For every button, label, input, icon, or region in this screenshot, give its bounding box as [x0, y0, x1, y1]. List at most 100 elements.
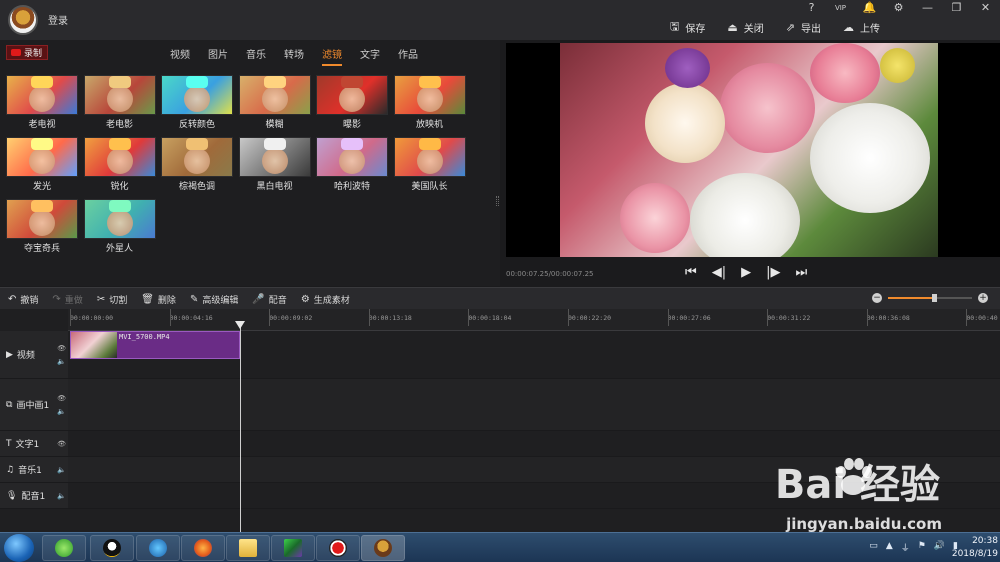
save-button[interactable]: 🖫 保存: [670, 18, 705, 37]
media-app-icon: [284, 539, 302, 557]
tab-text[interactable]: 文字: [360, 46, 380, 66]
filter-effect-item[interactable]: 模糊: [238, 75, 311, 130]
taskbar-clock[interactable]: 20:38 2018/8/19: [952, 535, 998, 561]
track-header[interactable]: 🎙 配音1 🔈: [0, 483, 68, 509]
child-figure-shape: [29, 210, 55, 236]
start-button[interactable]: [4, 534, 34, 562]
dubbing-button[interactable]: 🎤 配音: [252, 293, 286, 306]
watermark-url: jingyan.baidu.com: [786, 515, 942, 533]
track-header[interactable]: ⧉ 画中画1 👁 🔈: [0, 379, 68, 431]
prev-frame-icon[interactable]: ◀|: [712, 265, 726, 280]
ruler-tick-label: 00:00:09:02: [269, 309, 313, 326]
filter-effect-item[interactable]: 老电影: [83, 75, 156, 130]
time-ruler[interactable]: 00:00:00:00 00:00:04:16 00:00:09:02 00:00:1…: [68, 309, 1000, 331]
video-preview[interactable]: [506, 43, 1000, 257]
visibility-eye-icon[interactable]: 👁: [57, 394, 66, 402]
skip-end-icon[interactable]: ⏭: [795, 265, 807, 280]
taskbar-app-browser[interactable]: [42, 535, 86, 561]
filter-effect-item[interactable]: 发光: [6, 137, 78, 192]
filter-effect-item[interactable]: 放映机: [393, 75, 466, 130]
close-icon: ⏏: [727, 21, 738, 34]
zoom-slider-knob[interactable]: [932, 294, 938, 302]
redo-button[interactable]: ↷ 重做: [52, 293, 82, 306]
vip-icon[interactable]: VIP: [826, 0, 855, 16]
upload-button[interactable]: ☁ 上传: [843, 18, 880, 37]
taskbar-app-film[interactable]: [136, 535, 180, 561]
filter-effect-item[interactable]: 棕褐色调: [161, 137, 233, 192]
close-project-button[interactable]: ⏏ 关闭: [727, 18, 763, 37]
zoom-slider[interactable]: [888, 294, 972, 302]
filter-effect-item[interactable]: 外星人: [83, 199, 156, 254]
maximize-button[interactable]: ❐: [942, 0, 971, 16]
mute-speaker-icon[interactable]: 🔈: [57, 407, 66, 415]
record-button[interactable]: 录制: [6, 45, 48, 60]
taskbar-app-explorer[interactable]: [226, 535, 270, 561]
export-button[interactable]: ⇗ 导出: [786, 18, 821, 37]
show-hidden-icon[interactable]: ▲: [886, 541, 893, 554]
usb-icon[interactable]: ⏚: [901, 541, 910, 554]
delete-button[interactable]: 🗑 删除: [141, 293, 176, 306]
app-logo-icon[interactable]: [8, 5, 38, 35]
child-figure-shape: [106, 210, 133, 236]
video-clip[interactable]: MVI_5700.MP4: [70, 331, 240, 359]
undo-button[interactable]: ↶ 撤销: [8, 293, 38, 306]
ruler-tick-label: 00:00:36:08: [866, 309, 910, 326]
next-frame-icon[interactable]: |▶: [766, 265, 780, 280]
zoom-out-button[interactable]: −: [872, 293, 882, 303]
bell-icon[interactable]: 🔔: [855, 0, 884, 16]
visibility-eye-icon[interactable]: 👁: [57, 440, 66, 448]
filter-effect-item[interactable]: 哈利波特: [316, 137, 388, 192]
track-header[interactable]: T 文字1 👁: [0, 431, 68, 457]
mute-speaker-icon[interactable]: 🔈: [57, 466, 66, 474]
filter-effect-item[interactable]: 老电视: [6, 75, 78, 130]
filter-effect-item[interactable]: 锐化: [83, 137, 156, 192]
playhead[interactable]: [240, 321, 241, 532]
help-icon[interactable]: ?: [797, 0, 826, 16]
tab-images[interactable]: 图片: [208, 46, 228, 66]
taskbar-app-editor[interactable]: [361, 535, 405, 561]
volume-icon[interactable]: 🔊: [934, 541, 945, 554]
export-icon: ⇗: [785, 21, 795, 34]
filter-effect-item[interactable]: 夺宝奇兵: [6, 199, 78, 254]
child-figure-shape: [29, 148, 55, 174]
hat-shape: [31, 76, 53, 88]
filter-effect-item[interactable]: 反转颜色: [161, 75, 233, 130]
filter-effect-item[interactable]: 美国队长: [393, 137, 466, 192]
mute-speaker-icon[interactable]: 🔈: [57, 492, 66, 500]
flag-icon[interactable]: ⚑: [918, 541, 926, 554]
track-lane[interactable]: [68, 379, 1000, 431]
visibility-eye-icon[interactable]: 👁: [57, 344, 66, 352]
filter-effect-item[interactable]: 黑白电视: [238, 137, 311, 192]
taskbar-app-recorder[interactable]: [316, 535, 360, 561]
tab-filters[interactable]: 滤镜: [322, 46, 342, 66]
tab-music[interactable]: 音乐: [246, 46, 266, 66]
minimize-button[interactable]: —: [913, 0, 942, 16]
advanced-edit-button[interactable]: ✎ 高级编辑: [190, 293, 238, 306]
zoom-in-button[interactable]: +: [978, 293, 988, 303]
settings-gear-icon[interactable]: ⚙: [884, 0, 913, 16]
track-header[interactable]: ♫ 音乐1 🔈: [0, 457, 68, 483]
tab-video[interactable]: 视频: [170, 46, 190, 66]
generate-material-button[interactable]: ⚙ 生成素材: [301, 293, 350, 306]
taskbar-app-media[interactable]: [271, 535, 315, 561]
play-icon[interactable]: ▶: [741, 265, 751, 280]
cut-button[interactable]: ✂ 切割: [97, 293, 127, 306]
taskbar-app-firefox[interactable]: [181, 535, 225, 561]
skip-start-icon[interactable]: ⏮: [685, 265, 697, 280]
rose-shape: [720, 63, 815, 153]
track-header[interactable]: ▶ 视频 👁 🔈: [0, 331, 68, 379]
taskbar-app-qq[interactable]: [90, 535, 134, 561]
mute-speaker-icon[interactable]: 🔈: [57, 357, 66, 365]
keyboard-icon[interactable]: ▭: [869, 541, 878, 554]
playhead-handle[interactable]: [235, 321, 245, 329]
tab-transitions[interactable]: 转场: [284, 46, 304, 66]
panel-resize-handle[interactable]: [496, 196, 499, 206]
clock-time: 20:38: [972, 536, 998, 546]
login-link[interactable]: 登录: [48, 12, 68, 27]
filter-effect-item[interactable]: 曝影: [316, 75, 388, 130]
filter-thumbnail: [161, 75, 233, 115]
close-window-button[interactable]: ✕: [971, 0, 1000, 16]
filter-thumbnail: [6, 75, 78, 115]
tab-works[interactable]: 作品: [398, 46, 418, 66]
record-icon: [11, 49, 21, 56]
